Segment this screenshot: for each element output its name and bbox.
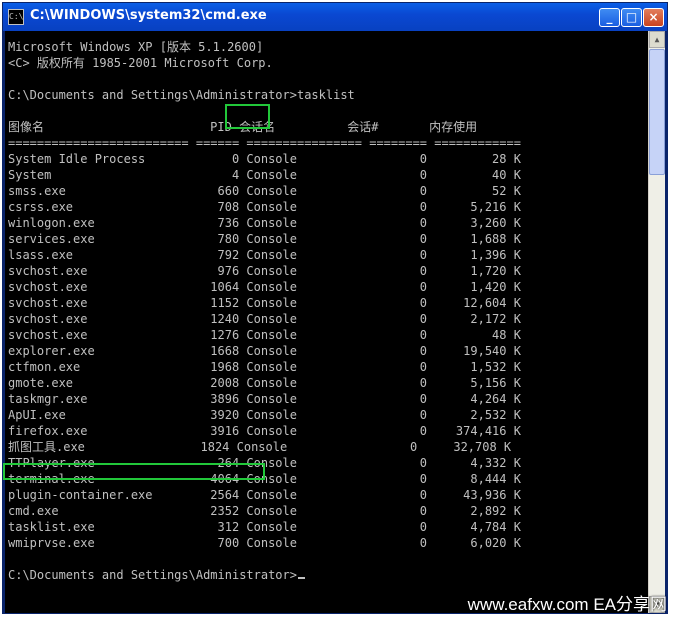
console-line: System 4 Console 0 40 K bbox=[8, 168, 521, 182]
close-button[interactable]: × bbox=[643, 8, 664, 27]
scroll-thumb[interactable] bbox=[649, 49, 665, 175]
console-line: smss.exe 660 Console 0 52 K bbox=[8, 184, 521, 198]
text-cursor bbox=[297, 577, 305, 579]
console-line: C:\Documents and Settings\Administrator> bbox=[8, 567, 305, 583]
console-line: System Idle Process 0 Console 0 28 K bbox=[8, 152, 521, 166]
minimize-button[interactable]: _ bbox=[599, 8, 620, 27]
maximize-button[interactable]: □ bbox=[621, 8, 642, 27]
console-line: svchost.exe 976 Console 0 1,720 K bbox=[8, 264, 521, 278]
console-line: explorer.exe 1668 Console 0 19,540 K bbox=[8, 344, 521, 358]
console-line: winlogon.exe 736 Console 0 3,260 K bbox=[8, 216, 521, 230]
console-line: ctfmon.exe 1968 Console 0 1,532 K bbox=[8, 360, 521, 374]
vertical-scrollbar[interactable]: ▲ ▼ bbox=[648, 31, 665, 613]
console-line: svchost.exe 1152 Console 0 12,604 K bbox=[8, 296, 521, 310]
console-line: 抓图工具.exe 1824 Console 0 32,708 K bbox=[8, 440, 512, 454]
console-line: ========================= ====== =======… bbox=[8, 136, 521, 150]
console-line: lsass.exe 792 Console 0 1,396 K bbox=[8, 248, 521, 262]
cmd-icon[interactable]: C:\ bbox=[8, 9, 24, 25]
console-line: tasklist.exe 312 Console 0 4,784 K bbox=[8, 520, 521, 534]
console-line: C:\Documents and Settings\Administrator>… bbox=[8, 88, 355, 102]
window-title: C:\WINDOWS\system32\cmd.exe bbox=[30, 8, 267, 23]
terminal-row-highlight bbox=[3, 463, 265, 480]
console-output[interactable]: Microsoft Windows XP [版本 5.1.2600] <C> 版权… bbox=[5, 31, 648, 613]
cmd-window: C:\ C:\WINDOWS\system32\cmd.exe _ □ × Mi… bbox=[2, 2, 668, 614]
console-line: Microsoft Windows XP [版本 5.1.2600] bbox=[8, 40, 264, 54]
console-line: <C> 版权所有 1985-2001 Microsoft Corp. bbox=[8, 56, 273, 70]
pid-header-highlight bbox=[225, 104, 270, 129]
watermark: www.eafxw.com EA分享网 bbox=[467, 595, 667, 614]
console-line: firefox.exe 3916 Console 0 374,416 K bbox=[8, 424, 521, 438]
title-bar[interactable]: C:\ C:\WINDOWS\system32\cmd.exe _ □ × bbox=[3, 3, 667, 31]
console-line: gmote.exe 2008 Console 0 5,156 K bbox=[8, 376, 521, 390]
console-line: taskmgr.exe 3896 Console 0 4,264 K bbox=[8, 392, 521, 406]
scroll-up-arrow-icon[interactable]: ▲ bbox=[649, 31, 665, 48]
console-line: svchost.exe 1064 Console 0 1,420 K bbox=[8, 280, 521, 294]
console-line: svchost.exe 1240 Console 0 2,172 K bbox=[8, 312, 521, 326]
console-line: svchost.exe 1276 Console 0 48 K bbox=[8, 328, 521, 342]
console-line: ApUI.exe 3920 Console 0 2,532 K bbox=[8, 408, 521, 422]
console-line: cmd.exe 2352 Console 0 2,892 K bbox=[8, 504, 521, 518]
console-line: plugin-container.exe 2564 Console 0 43,9… bbox=[8, 488, 521, 502]
console-line: wmiprvse.exe 700 Console 0 6,020 K bbox=[8, 536, 521, 550]
console-line: services.exe 780 Console 0 1,688 K bbox=[8, 232, 521, 246]
console-line: csrss.exe 708 Console 0 5,216 K bbox=[8, 200, 521, 214]
